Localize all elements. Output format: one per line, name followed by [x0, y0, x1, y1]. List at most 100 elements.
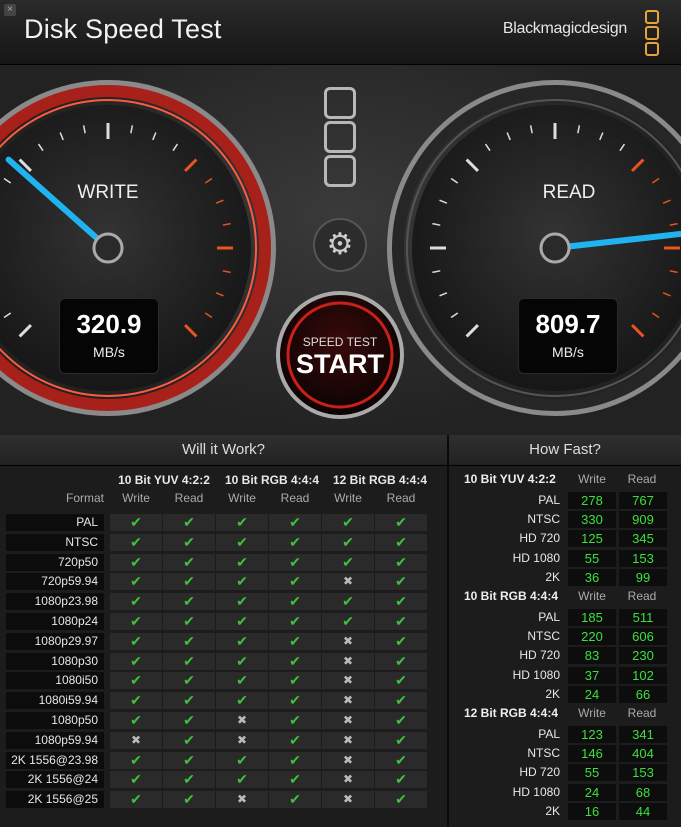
check-icon: ✔ — [110, 751, 162, 769]
brand-name: Blackmagicdesign — [502, 20, 627, 37]
format-label: PAL — [538, 493, 560, 507]
check-icon: ✔ — [322, 553, 374, 571]
format-label: HD 720 — [519, 765, 560, 780]
speed-group-title: 12 Bit RGB 4:4:4 — [464, 706, 559, 720]
format-label: NTSC — [527, 512, 560, 527]
cross-icon: ✖ — [322, 771, 374, 789]
read-fps-value: 767 — [619, 492, 667, 509]
table-row: 1080p24 ✔ ✔ ✔ ✔ ✔ ✔ — [6, 613, 432, 631]
check-icon: ✔ — [269, 791, 321, 809]
check-icon: ✔ — [322, 613, 374, 630]
format-label: 2K 1556@24 — [6, 771, 104, 789]
table-row: 1080p50 ✔ ✔ ✖ ✔ ✖ ✔ — [6, 712, 432, 730]
check-icon: ✔ — [375, 514, 427, 531]
check-icon: ✔ — [163, 573, 215, 591]
check-icon: ✔ — [216, 573, 268, 591]
check-icon: ✔ — [216, 771, 268, 789]
table-row: PAL ✔ ✔ ✔ ✔ ✔ ✔ — [6, 514, 432, 532]
format-label: 1080i59.94 — [6, 692, 104, 710]
stack-box-icon — [324, 87, 356, 119]
check-icon: ✔ — [163, 791, 215, 809]
check-icon: ✔ — [269, 672, 321, 690]
check-icon: ✔ — [375, 672, 427, 690]
column-header-write: Write — [122, 491, 150, 505]
table-row: NTSC 220 606 — [462, 628, 672, 646]
write-fps-value: 16 — [568, 802, 616, 820]
cross-icon: ✖ — [322, 573, 374, 591]
write-speed-unit: MB/s — [93, 344, 125, 360]
format-label: HD 1080 — [512, 550, 560, 565]
table-row: 2K 1556@24 ✔ ✔ ✔ ✔ ✖ ✔ — [6, 771, 432, 789]
table-row: 2K 1556@25 ✔ ✔ ✖ ✔ ✖ ✔ — [6, 791, 432, 809]
write-fps-value: 185 — [568, 609, 616, 626]
check-icon: ✔ — [269, 751, 321, 769]
check-icon: ✔ — [269, 692, 321, 710]
format-column-header: Format — [65, 491, 104, 505]
read-gauge-label: READ — [542, 182, 596, 203]
check-icon: ✔ — [110, 613, 162, 630]
write-fps-value: 83 — [568, 647, 616, 665]
check-icon: ✔ — [269, 632, 321, 650]
write-fps-value: 123 — [568, 726, 616, 743]
check-icon: ✔ — [216, 751, 268, 769]
table-row: 2K 36 99 — [462, 568, 672, 587]
write-fps-value: 55 — [568, 764, 616, 782]
table-row: 720p50 ✔ ✔ ✔ ✔ ✔ ✔ — [6, 553, 432, 572]
check-icon: ✔ — [163, 731, 215, 749]
read-fps-value: 404 — [619, 745, 667, 763]
format-label: 2K 1556@23.98 — [6, 751, 104, 769]
format-label: 1080p29.97 — [6, 632, 104, 650]
check-icon: ✔ — [375, 692, 427, 710]
table-row: NTSC 146 404 — [462, 745, 672, 763]
close-button[interactable]: × — [4, 4, 16, 16]
column-header-write: Write — [578, 589, 606, 603]
how-fast-title: How Fast? — [449, 435, 681, 466]
format-label: 1080p50 — [6, 712, 104, 729]
read-fps-value: 341 — [619, 726, 667, 743]
start-button[interactable]: SPEED TEST START — [278, 293, 402, 417]
check-icon: ✔ — [375, 731, 427, 749]
check-icon: ✔ — [216, 692, 268, 710]
start-button-label: START — [296, 349, 384, 379]
check-icon: ✔ — [163, 593, 215, 611]
check-icon: ✔ — [375, 613, 427, 630]
check-icon: ✔ — [269, 593, 321, 611]
check-icon: ✔ — [269, 613, 321, 630]
read-fps-value: 230 — [619, 647, 667, 665]
write-fps-value: 220 — [568, 628, 616, 646]
format-label: 1080p24 — [6, 613, 104, 630]
stack-box-icon — [324, 121, 356, 153]
read-fps-value: 606 — [619, 628, 667, 646]
table-row: HD 720 83 230 — [462, 647, 672, 665]
check-icon: ✔ — [375, 533, 427, 551]
format-group-header: 10 Bit YUV 4:2:2 — [118, 473, 210, 487]
read-needle-hub — [539, 232, 571, 264]
format-label: 2K — [545, 686, 560, 701]
write-fps-value: 125 — [568, 530, 616, 548]
check-icon: ✔ — [216, 593, 268, 611]
settings-button[interactable]: ⚙ — [313, 218, 367, 272]
write-gauge-label: WRITE — [77, 182, 139, 203]
check-icon: ✔ — [322, 514, 374, 531]
check-icon: ✔ — [110, 791, 162, 809]
check-icon: ✔ — [110, 771, 162, 789]
app-title: Disk Speed Test — [24, 14, 222, 44]
table-row: 1080i50 ✔ ✔ ✔ ✔ ✖ ✔ — [6, 672, 432, 690]
disk-speed-test-window: × Disk Speed Test Blackmagicdesign WRITE… — [0, 0, 681, 827]
check-icon: ✔ — [163, 692, 215, 710]
column-header-write: Write — [578, 472, 606, 486]
format-label: NTSC — [6, 533, 104, 551]
table-row: 720p59.94 ✔ ✔ ✔ ✔ ✖ ✔ — [6, 573, 432, 591]
check-icon: ✔ — [269, 652, 321, 670]
write-needle-hub — [92, 232, 124, 264]
column-header-write: Write — [228, 491, 256, 505]
format-label: PAL — [538, 727, 560, 741]
write-fps-value: 24 — [568, 685, 616, 703]
column-header-read: Read — [627, 589, 657, 603]
table-row: HD 1080 37 102 — [462, 666, 672, 685]
cross-icon: ✖ — [322, 632, 374, 650]
check-icon: ✔ — [163, 712, 215, 729]
cross-icon: ✖ — [322, 731, 374, 749]
format-label: 1080p23.98 — [6, 593, 104, 611]
read-fps-value: 345 — [619, 530, 667, 548]
